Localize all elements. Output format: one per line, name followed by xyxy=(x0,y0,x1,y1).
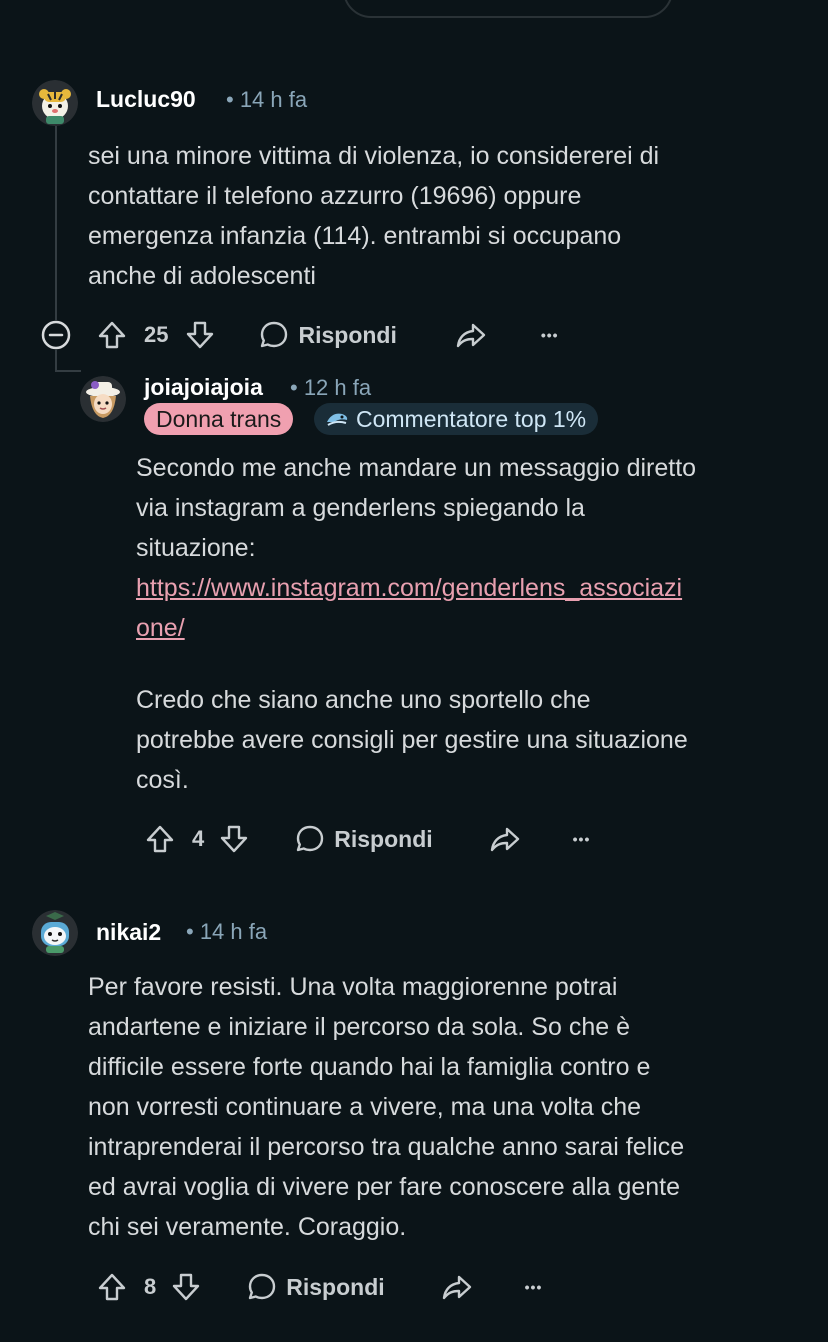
comment-line: ed avrai voglia di vivere per fare conos… xyxy=(88,1173,681,1201)
more-options-icon[interactable]: ••• xyxy=(573,831,591,847)
link-line[interactable]: one/ xyxy=(136,614,185,642)
reply-bubble-icon xyxy=(297,825,324,852)
top-commenter-icon xyxy=(327,413,348,426)
comment-line: Secondo me anche mandare un messaggio di… xyxy=(136,454,697,482)
robot-avatar-icon xyxy=(32,910,78,956)
downvote-icon[interactable] xyxy=(170,1271,202,1303)
vote-count: 25 xyxy=(144,322,169,347)
vote-count: 8 xyxy=(144,1274,157,1299)
thread-line-branch-curve xyxy=(55,370,81,372)
comment-actions: 8 Rispondi ••• xyxy=(96,1267,542,1307)
downvote-icon[interactable] xyxy=(218,823,250,855)
reply-label: Rispondi xyxy=(298,321,397,348)
upvote-icon[interactable] xyxy=(96,1271,128,1303)
downvote-icon[interactable] xyxy=(184,319,216,351)
timestamp: • 12 h fa xyxy=(290,375,372,400)
comment-body: Per favore resisti. Una volta maggiorenn… xyxy=(88,967,684,1247)
share-icon[interactable] xyxy=(489,823,521,855)
vote-count: 4 xyxy=(192,826,205,851)
timestamp: • 14 h fa xyxy=(226,87,308,112)
thread-line[interactable] xyxy=(55,126,57,320)
share-icon[interactable] xyxy=(441,1271,473,1303)
username[interactable]: nikai2 xyxy=(96,919,161,946)
comment-line: andartene e iniziare il percorso da sola… xyxy=(88,1013,630,1041)
comment-line: anche di adolescenti xyxy=(88,262,316,290)
comment-actions: 4 Rispondi ••• xyxy=(144,819,590,859)
upvote-icon[interactable] xyxy=(144,823,176,855)
username[interactable]: Lucluc90 xyxy=(96,86,196,113)
comment-line: chi sei veramente. Coraggio. xyxy=(88,1213,407,1241)
link-line[interactable]: https://www.instagram.com/genderlens_ass… xyxy=(136,574,682,602)
user-flair: Donna trans xyxy=(144,403,294,435)
reply-bubble-icon xyxy=(261,321,288,348)
reply-bubble-icon xyxy=(249,1273,276,1300)
reply-label: Rispondi xyxy=(286,1273,385,1300)
hat-avatar-icon xyxy=(80,376,126,422)
comment-line: contattare il telefono azzurro (19696) o… xyxy=(88,182,582,210)
instagram-link[interactable]: https://www.instagram.com/genderlens_ass… xyxy=(136,568,696,608)
comment-line: sei una minore vittima di violenza, io c… xyxy=(88,142,660,170)
avatar[interactable] xyxy=(32,910,78,956)
tiger-avatar-icon xyxy=(32,80,78,126)
comment-line: via instagram a genderlens spiegando la xyxy=(136,494,585,522)
instagram-link-cont[interactable]: one/ xyxy=(136,608,696,648)
comment-line: non vorresti continuare a vivere, ma una… xyxy=(88,1093,642,1121)
comment-line: Per favore resisti. Una volta maggiorenn… xyxy=(88,973,618,1001)
more-options-icon[interactable]: ••• xyxy=(541,327,559,343)
more-options-icon[interactable]: ••• xyxy=(525,1279,543,1295)
reply-button[interactable]: Rispondi xyxy=(246,1271,385,1303)
comment-line: difficile essere forte quando hai la fam… xyxy=(88,1053,651,1081)
timestamp: • 14 h fa xyxy=(186,919,268,944)
reply-label: Rispondi xyxy=(334,825,433,852)
comment-line: situazione: xyxy=(136,534,256,562)
reply-button[interactable]: Rispondi xyxy=(294,823,433,855)
username[interactable]: joiajoiajoia xyxy=(144,374,263,401)
collapse-icon xyxy=(41,320,71,350)
top-search-pill[interactable] xyxy=(343,0,673,18)
upvote-icon[interactable] xyxy=(96,319,128,351)
thread-line-branch xyxy=(55,350,57,372)
avatar[interactable] xyxy=(32,80,78,126)
comment-line: emergenza infanzia (114). entrambi si oc… xyxy=(88,222,622,250)
top-commenter-badge: Commentatore top 1% xyxy=(314,403,599,435)
comment-line: così. xyxy=(136,766,189,794)
comment-body: Secondo me anche mandare un messaggio di… xyxy=(136,448,696,800)
comment-line: potrebbe avere consigli per gestire una … xyxy=(136,726,688,754)
share-icon[interactable] xyxy=(455,319,487,351)
comment-line: Credo che siano anche uno sportello che xyxy=(136,686,591,714)
collapse-button[interactable] xyxy=(40,319,72,351)
badge-label: Commentatore top 1% xyxy=(356,406,587,432)
reply-button[interactable]: Rispondi xyxy=(258,319,397,351)
comment-line: intraprenderai il percorso tra qualche a… xyxy=(88,1133,685,1161)
avatar[interactable] xyxy=(80,376,126,422)
comment-body: sei una minore vittima di violenza, io c… xyxy=(88,136,659,296)
comment-actions: 25 Rispondi ••• xyxy=(96,315,559,355)
